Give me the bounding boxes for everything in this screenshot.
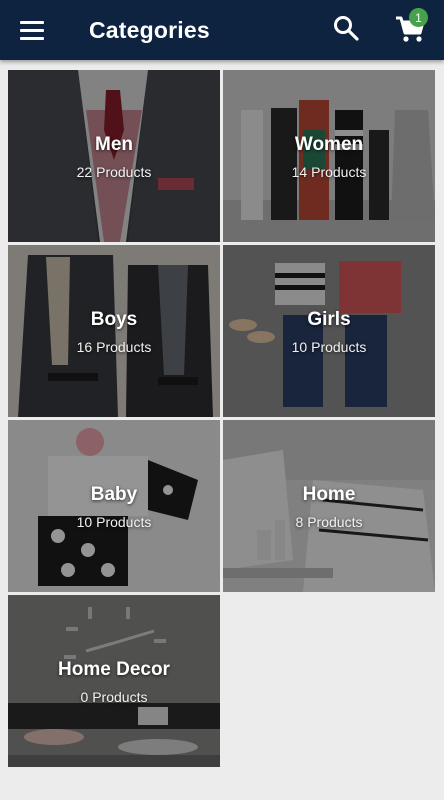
tile-overlay [8, 595, 220, 767]
category-tile-men[interactable]: Men 22 Products [8, 70, 220, 242]
category-product-count: 0 Products [80, 689, 148, 705]
cart-count-badge: 1 [409, 8, 428, 27]
category-name: Men [95, 134, 133, 155]
tile-overlay [223, 245, 435, 417]
category-name: Boys [90, 309, 138, 330]
tile-overlay [8, 70, 220, 242]
category-tile-women[interactable]: Women 14 Products [223, 70, 435, 242]
tile-overlay [8, 245, 220, 417]
hamburger-menu-icon[interactable] [20, 15, 50, 45]
tile-overlay [8, 420, 220, 592]
category-product-count: 16 Products [76, 339, 152, 355]
page-title: Categories [89, 16, 210, 43]
app-bar: Categories 1 [0, 0, 444, 60]
category-product-count: 10 Products [291, 339, 367, 355]
category-tile-girls[interactable]: Girls 10 Products [223, 245, 435, 417]
category-product-count: 8 Products [295, 514, 363, 530]
category-tile-baby[interactable]: Baby 10 Products [8, 420, 220, 592]
category-product-count: 22 Products [76, 164, 152, 180]
category-name: Women [294, 134, 364, 155]
category-product-count: 14 Products [291, 164, 367, 180]
category-name: Home [302, 484, 356, 505]
category-tile-home[interactable]: Home 8 Products [223, 420, 435, 592]
category-name: Home Decor [58, 659, 170, 680]
category-tile-home-decor[interactable]: Home Decor 0 Products [8, 595, 220, 767]
category-tile-boys[interactable]: Boys 16 Products [8, 245, 220, 417]
search-icon[interactable] [332, 14, 360, 42]
tile-overlay [223, 420, 435, 592]
category-name: Girls [307, 309, 351, 330]
tile-overlay [223, 70, 435, 242]
category-grid: Men 22 Products Women 14 Products Boys 1… [8, 70, 436, 767]
category-name: Baby [90, 484, 138, 505]
category-product-count: 10 Products [76, 514, 152, 530]
